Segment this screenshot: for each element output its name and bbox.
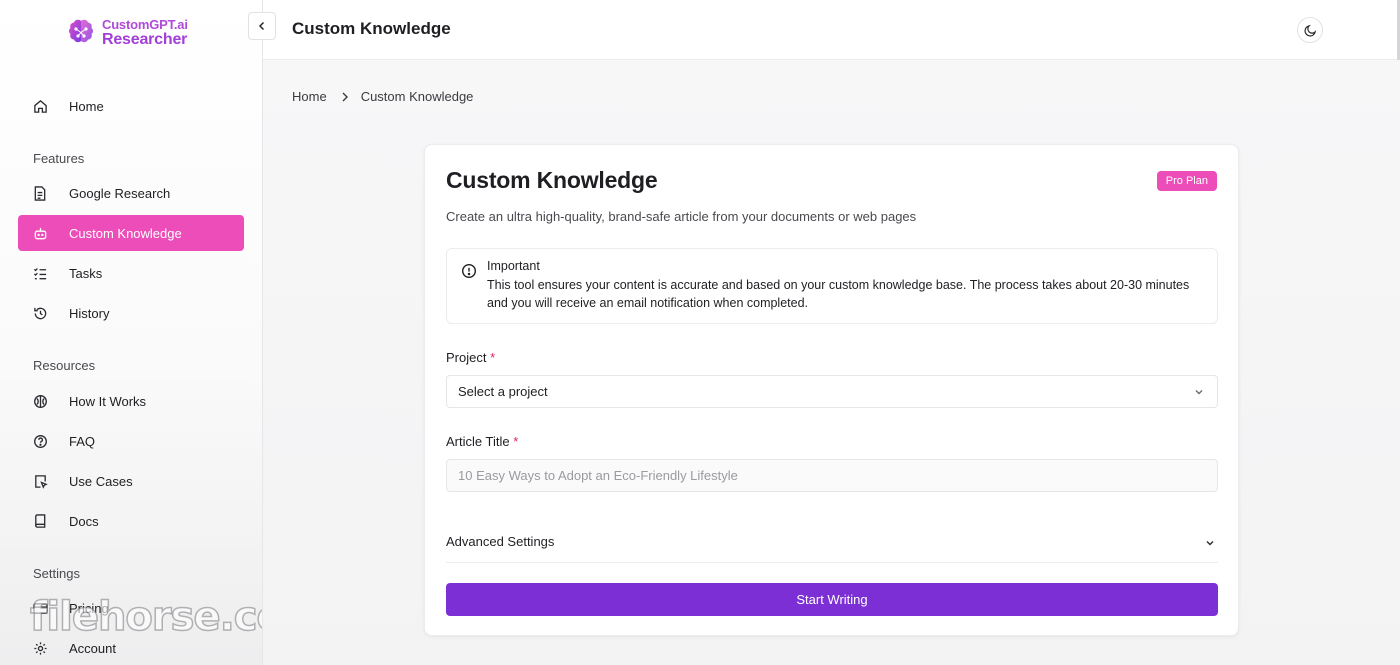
sidebar-item-custom-knowledge[interactable]: Custom Knowledge [18,215,244,251]
sidebar-item-label: Home [69,98,104,114]
main-content: Home Custom Knowledge Custom Knowledge P… [263,60,1400,665]
required-mark: * [490,350,496,365]
sidebar-item-history[interactable]: History [18,295,244,331]
logo-line1: CustomGPT.ai [102,17,188,32]
sidebar-item-how-it-works[interactable]: How It Works [18,383,244,419]
checklist-icon [32,265,48,281]
gear-icon [32,640,48,656]
logo-line2: Researcher [102,31,188,48]
notice-body: This tool ensures your content is accura… [487,278,1190,310]
sidebar-item-tasks[interactable]: Tasks [18,255,244,291]
sidebar: CustomGPT.ai Researcher Home Features Go… [0,0,263,665]
page-title: Custom Knowledge [292,19,451,38]
collapse-sidebar-button[interactable] [248,12,276,40]
breadcrumb-home[interactable]: Home [292,89,327,104]
brain-logo-icon [69,19,93,43]
sidebar-item-docs[interactable]: Docs [18,503,244,539]
sidebar-item-label: How It Works [69,393,147,409]
required-mark: * [513,434,519,449]
sidebar-item-label: Tasks [69,265,103,281]
credit-card-icon [32,600,48,616]
book-icon [32,513,48,529]
sidebar-item-use-cases[interactable]: Use Cases [18,463,244,499]
important-notice: Important This tool ensures your content… [446,248,1218,324]
notice-title: Important [487,259,540,273]
project-label: Project * [446,350,496,365]
sidebar-item-label: Account [69,640,116,656]
app-logo[interactable]: CustomGPT.ai Researcher [66,14,188,50]
sidebar-item-label: Google Research [69,185,171,201]
breadcrumb-current: Custom Knowledge [360,89,474,104]
sidebar-item-label: Docs [69,513,99,529]
help-circle-icon [32,433,48,449]
sidebar-item-home[interactable]: Home [18,88,244,124]
section-settings-label: Settings [33,566,80,581]
brain-icon [32,393,48,409]
chevron-left-icon [258,21,265,31]
sidebar-item-label: Pricing [69,600,109,616]
breadcrumb: Home Custom Knowledge [292,89,473,104]
chevron-right-icon [341,92,349,102]
sidebar-item-label: Use Cases [69,473,133,489]
advanced-settings-toggle[interactable]: Advanced Settings [446,523,1218,563]
home-icon [32,98,48,114]
article-title-label: Article Title * [446,434,519,449]
history-icon [32,305,48,321]
custom-knowledge-card: Custom Knowledge Pro Plan Create an ultr… [424,144,1239,636]
chevron-down-icon [1206,541,1214,546]
card-subtitle: Create an ultra high-quality, brand-safe… [446,209,917,224]
start-writing-button[interactable]: Start Writing [446,583,1218,616]
use-cases-icon [32,473,48,489]
advanced-settings-label: Advanced Settings [446,534,555,549]
moon-icon [1303,24,1316,37]
article-title-input[interactable] [446,459,1218,492]
info-icon [461,263,477,279]
chevron-down-icon [1195,390,1203,395]
sidebar-item-google-research[interactable]: Google Research [18,175,244,211]
card-title: Custom Knowledge [446,167,658,193]
sidebar-item-account[interactable]: Account [18,630,244,665]
project-select[interactable]: Select a project [446,375,1218,408]
top-header: Custom Knowledge [248,0,1400,60]
theme-toggle-button[interactable] [1297,17,1323,43]
sidebar-item-label: History [69,305,110,321]
pro-plan-badge: Pro Plan [1156,171,1217,191]
section-resources-label: Resources [33,358,96,373]
document-icon [32,185,48,201]
sidebar-item-label: Custom Knowledge [69,225,182,241]
section-features-label: Features [33,151,85,166]
project-select-value: Select a project [458,384,548,399]
robot-icon [32,225,48,241]
sidebar-item-faq[interactable]: FAQ [18,423,244,459]
sidebar-item-label: FAQ [69,433,96,449]
sidebar-item-pricing[interactable]: Pricing [18,590,244,626]
